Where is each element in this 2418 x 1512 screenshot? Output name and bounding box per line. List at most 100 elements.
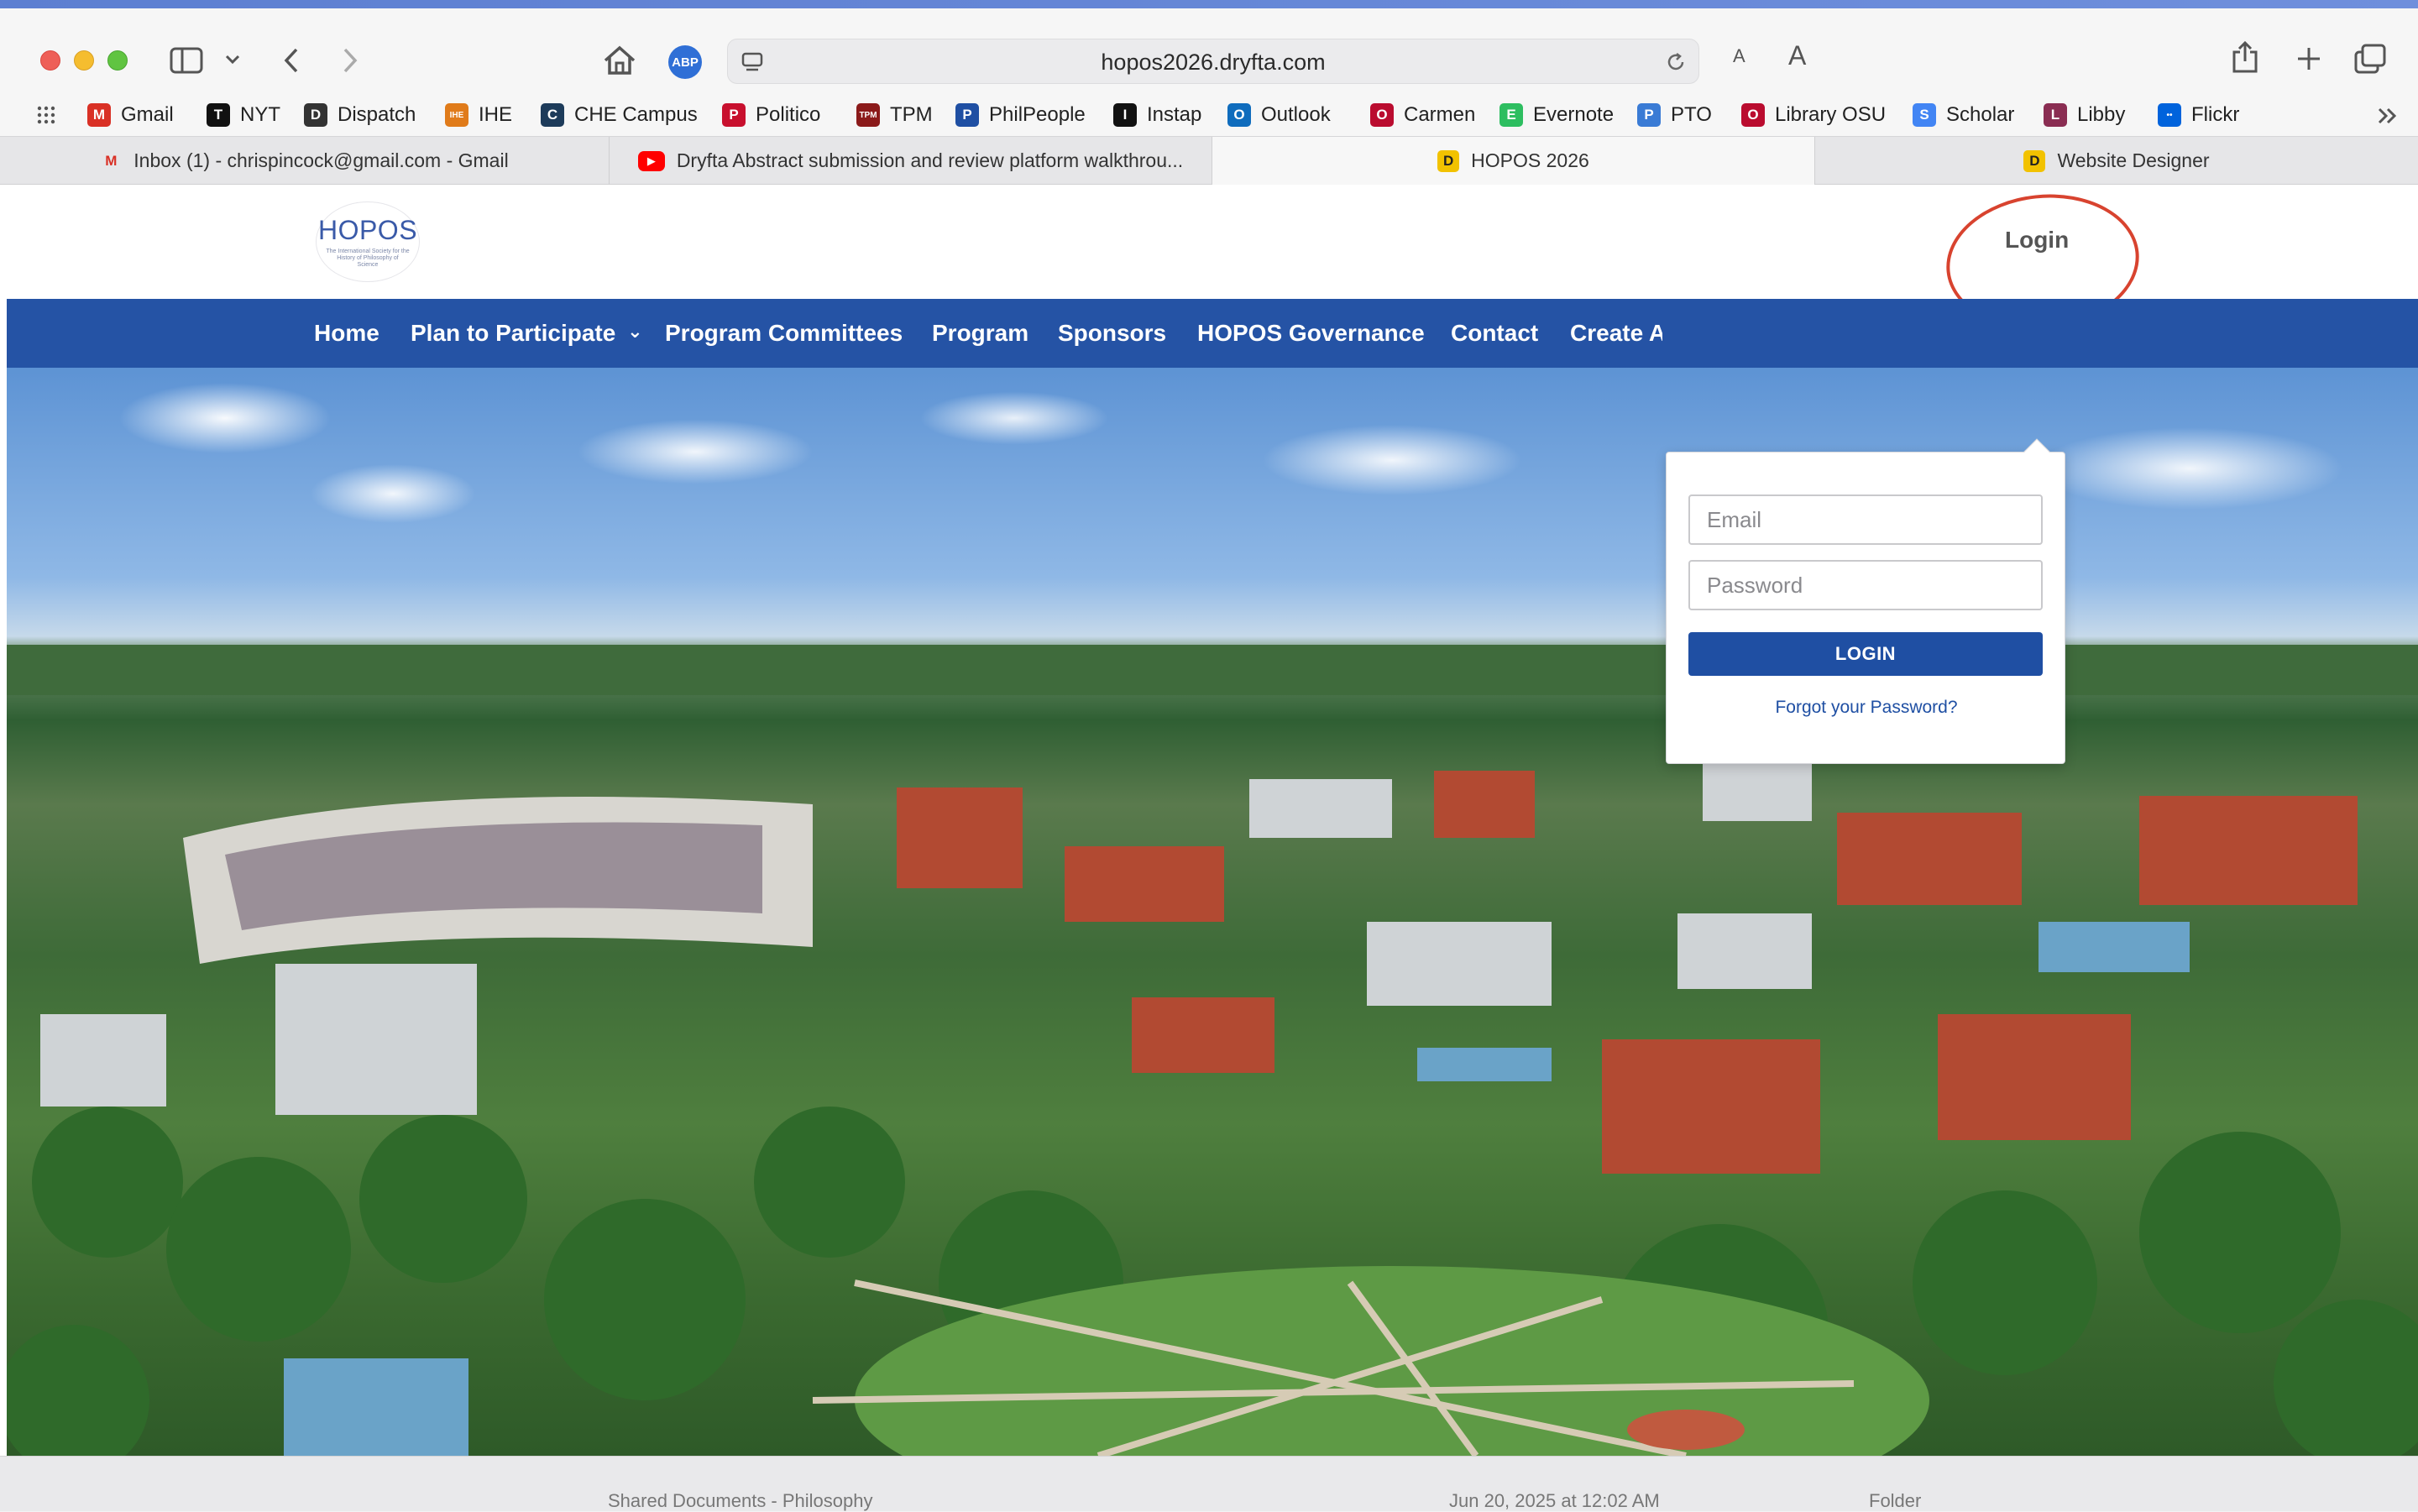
tab-dryfta-video[interactable]: ▶ Dryfta Abstract submission and review … xyxy=(610,137,1212,185)
bookmark-che-campus[interactable]: C CHE Campus xyxy=(541,99,698,131)
browser-window: ABP hopos2026.dryfta.com A A M Gmail T NYT D… xyxy=(0,0,2418,1511)
forward-arrow-icon[interactable] xyxy=(336,45,364,76)
bookmark-politico[interactable]: P Politico xyxy=(722,99,820,131)
email-field[interactable] xyxy=(1688,494,2043,545)
share-icon[interactable] xyxy=(2228,39,2262,76)
bookmark-label: Dispatch xyxy=(338,103,416,126)
main-navigation: Home Plan to Participate ⌄ Program Commi… xyxy=(7,299,2418,368)
tab-bar: M Inbox (1) - chrispincock@gmail.com - G… xyxy=(0,136,2418,185)
sidebar-toggle-icon[interactable] xyxy=(168,42,205,79)
bookmark-label: Instap xyxy=(1147,103,1202,126)
tab-overview-icon[interactable] xyxy=(2353,42,2388,76)
bookmark-label: Flickr xyxy=(2191,103,2240,126)
bookmark-label: TPM xyxy=(890,103,933,126)
outlook-icon: O xyxy=(1227,103,1251,127)
bookmark-label: Evernote xyxy=(1533,103,1615,126)
text-smaller-button[interactable]: A xyxy=(1733,45,1745,67)
bookmark-carmen[interactable]: O Carmen xyxy=(1370,99,1475,131)
bookmark-label: Carmen xyxy=(1404,103,1476,126)
apps-grid-icon[interactable] xyxy=(34,102,59,128)
bookmark-gmail[interactable]: M Gmail xyxy=(87,99,174,131)
password-field[interactable] xyxy=(1688,560,2043,610)
che-icon: C xyxy=(541,103,564,127)
nav-program[interactable]: Program xyxy=(932,299,1028,368)
bookmark-label: Politico xyxy=(756,103,821,126)
nav-hopos-governance[interactable]: HOPOS Governance xyxy=(1197,299,1425,368)
site-header: HOPOS The International Society for the … xyxy=(7,185,2418,339)
bookmark-label: IHE xyxy=(479,103,513,126)
hopos-logo[interactable]: HOPOS The International Society for the … xyxy=(316,201,420,282)
library-osu-icon: O xyxy=(1741,103,1765,127)
bookmark-nyt[interactable]: T NYT xyxy=(207,99,280,131)
bookmark-libby[interactable]: L Libby xyxy=(2044,99,2125,131)
libby-icon: L xyxy=(2044,103,2067,127)
login-button[interactable]: LOGIN xyxy=(1688,632,2043,676)
bookmark-scholar[interactable]: S Scholar xyxy=(1913,99,2014,131)
bookmark-label: CHE Campus xyxy=(574,103,698,126)
nav-program-committees[interactable]: Program Committees xyxy=(665,299,903,368)
nav-contact[interactable]: Contact xyxy=(1451,299,1538,368)
bookmark-pto[interactable]: P PTO xyxy=(1637,99,1712,131)
bookmark-instap[interactable]: I Instap xyxy=(1113,99,1201,131)
background-finder-kind: Folder xyxy=(1869,1490,1922,1511)
pto-icon: P xyxy=(1637,103,1661,127)
youtube-icon: ▶ xyxy=(637,150,665,171)
bookmark-outlook[interactable]: O Outlook xyxy=(1227,99,1331,131)
bookmark-label: Outlook xyxy=(1261,103,1331,126)
nav-plan-to-participate[interactable]: Plan to Participate ⌄ xyxy=(411,299,643,368)
tab-label: Website Designer xyxy=(2057,149,2210,171)
tab-website-designer[interactable]: D Website Designer xyxy=(1815,137,2418,185)
politico-icon: P xyxy=(722,103,746,127)
tab-hopos-2026[interactable]: D HOPOS 2026 xyxy=(1212,137,1815,185)
new-tab-plus-icon[interactable] xyxy=(2292,42,2326,76)
login-popup: LOGIN Forgot your Password? xyxy=(1666,438,2066,764)
chevron-down-icon[interactable] xyxy=(222,49,243,71)
window-top-accent xyxy=(0,0,2418,8)
bookmarks-bar: M Gmail T NYT D Dispatch IHE IHE C CHE Campus P Pol… xyxy=(0,94,2418,136)
ihe-icon: IHE xyxy=(445,103,468,127)
text-larger-button[interactable]: A xyxy=(1788,40,1806,71)
chevron-down-icon: ⌄ xyxy=(627,321,643,342)
back-arrow-icon[interactable] xyxy=(277,45,306,76)
bookmark-library-osu[interactable]: O Library OSU xyxy=(1741,99,1886,131)
bookmarks-overflow-icon[interactable] xyxy=(2374,102,2401,129)
bookmark-label: NYT xyxy=(240,103,280,126)
philpeople-icon: P xyxy=(955,103,979,127)
bookmark-tpm[interactable]: TPM TPM xyxy=(856,99,933,131)
bookmark-label: Scholar xyxy=(1946,103,2015,126)
tab-gmail-inbox[interactable]: M Inbox (1) - chrispincock@gmail.com - G… xyxy=(0,137,610,185)
gmail-icon: M xyxy=(105,152,118,169)
tpm-icon: TPM xyxy=(856,103,880,127)
forgot-password-link[interactable]: Forgot your Password? xyxy=(1667,698,2066,718)
close-window-button[interactable] xyxy=(40,50,60,71)
bookmark-label: Gmail xyxy=(121,103,174,126)
home-icon[interactable] xyxy=(601,42,638,79)
tab-label: Dryfta Abstract submission and review pl… xyxy=(676,149,1184,171)
adblock-extension-icon[interactable]: ABP xyxy=(668,45,702,79)
zoom-window-button[interactable] xyxy=(107,50,128,71)
gmail-icon: M xyxy=(87,103,111,127)
bookmark-flickr[interactable]: •• Flickr xyxy=(2158,99,2239,131)
campus-illustration xyxy=(7,645,2418,1456)
web-page: HOPOS The International Society for the … xyxy=(7,185,2418,1456)
carmen-icon: O xyxy=(1370,103,1394,127)
nav-create-account[interactable]: Create A xyxy=(1570,299,1662,368)
url-text[interactable]: hopos2026.dryfta.com xyxy=(728,50,1698,76)
bookmark-dispatch[interactable]: D Dispatch xyxy=(304,99,416,131)
bookmark-evernote[interactable]: E Evernote xyxy=(1499,99,1614,131)
nav-sponsors[interactable]: Sponsors xyxy=(1058,299,1166,368)
tab-label: HOPOS 2026 xyxy=(1471,149,1589,171)
scholar-icon: S xyxy=(1913,103,1936,127)
nav-home[interactable]: Home xyxy=(314,299,379,368)
minimize-window-button[interactable] xyxy=(74,50,94,71)
tab-label: Inbox (1) - chrispincock@gmail.com - Gma… xyxy=(133,149,509,171)
bookmark-philpeople[interactable]: P PhilPeople xyxy=(955,99,1086,131)
reload-icon[interactable] xyxy=(1663,50,1688,75)
dispatch-icon: D xyxy=(304,103,327,127)
bookmark-ihe[interactable]: IHE IHE xyxy=(445,99,512,131)
instapaper-icon: I xyxy=(1113,103,1137,127)
bookmark-label: PhilPeople xyxy=(989,103,1086,126)
background-finder-item: Shared Documents - Philosophy xyxy=(608,1490,873,1511)
address-bar[interactable]: hopos2026.dryfta.com xyxy=(727,39,1699,84)
dryfta-icon: D xyxy=(1437,149,1460,172)
